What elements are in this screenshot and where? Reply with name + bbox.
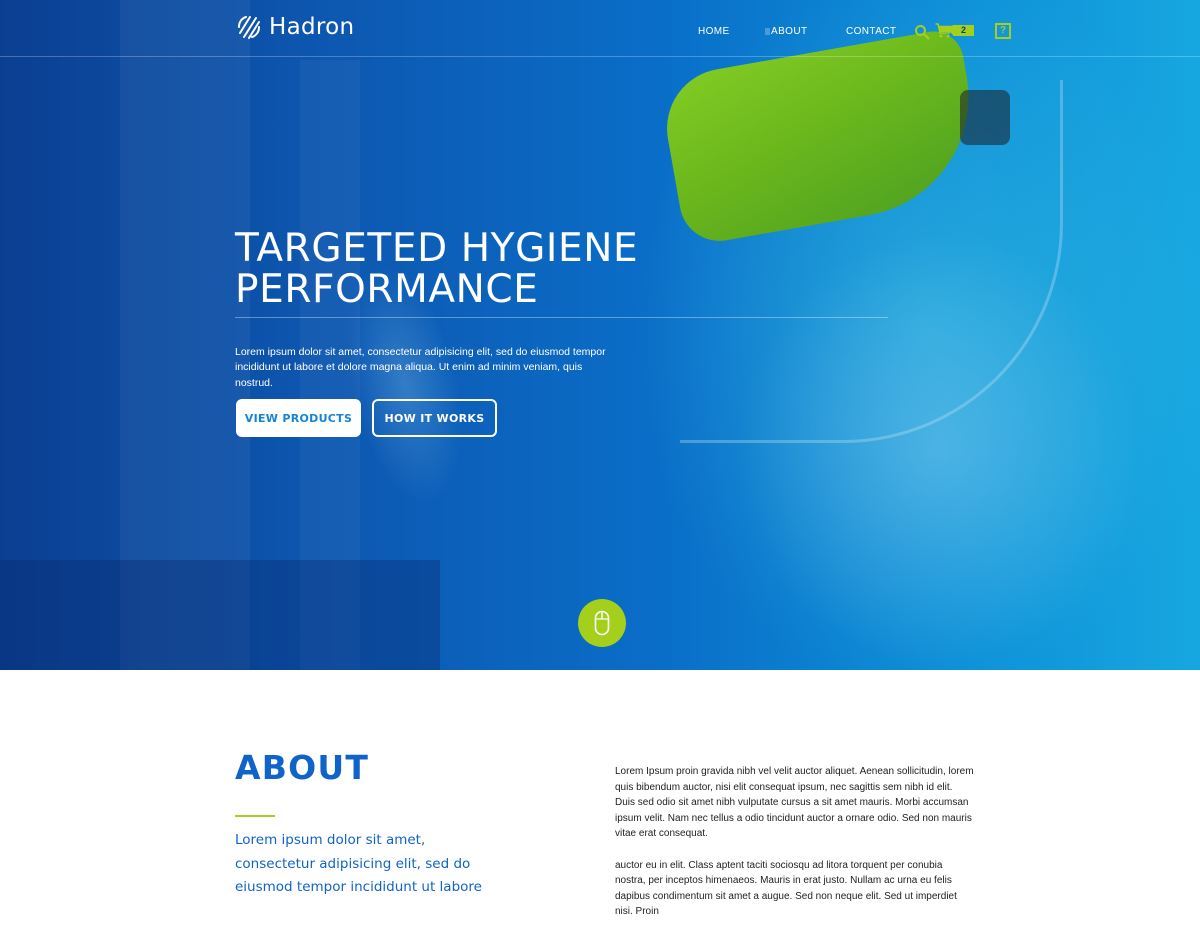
cart-count-badge: 2 — [948, 25, 974, 36]
face-shield-strap — [960, 90, 1010, 145]
diagonal-stripes-circle-icon — [238, 16, 260, 39]
nav-item-contact[interactable]: CONTACT — [846, 26, 896, 37]
site-header: Hadron HOME ABOUT CONTACT 2 ? — [0, 0, 1200, 57]
hero-section: Hadron HOME ABOUT CONTACT 2 ? TARGETED H… — [0, 0, 1200, 670]
logo-text: Hadron — [269, 14, 355, 40]
hero-description: Lorem ipsum dolor sit amet, consectetur … — [235, 345, 606, 389]
hero-title-line: PERFORMANCE — [235, 267, 539, 312]
nav-item-about[interactable]: ABOUT — [765, 26, 807, 37]
help-icon[interactable]: ? — [995, 23, 1011, 39]
view-products-button[interactable]: VIEW PRODUCTS — [236, 399, 361, 437]
nav-item-about-label: ABOUT — [771, 26, 808, 37]
nav-item-home[interactable]: HOME — [698, 26, 730, 37]
hero-title-line: TARGETED HYGIENE — [235, 226, 639, 271]
mouse-icon — [594, 610, 610, 636]
about-section: ABOUT Lorem ipsum dolor sit amet, consec… — [0, 670, 1200, 917]
hover-marker — [765, 27, 770, 35]
hero-title: TARGETED HYGIENE PERFORMANCE — [235, 228, 638, 310]
about-paragraph: Lorem Ipsum proin gravida nibh vel velit… — [615, 766, 974, 839]
scroll-down-button[interactable] — [578, 599, 626, 647]
about-body: Lorem Ipsum proin gravida nibh vel velit… — [615, 764, 975, 936]
about-accent-line — [235, 815, 275, 817]
how-it-works-button[interactable]: HOW IT WORKS — [372, 399, 497, 437]
cart-button[interactable]: 2 — [935, 23, 974, 38]
logo[interactable]: Hadron — [236, 14, 354, 40]
hero-divider — [235, 317, 888, 318]
about-paragraph: auctor eu in elit. Class aptent taciti s… — [615, 859, 957, 918]
search-icon[interactable] — [914, 24, 930, 40]
about-lead-text: Lorem ipsum dolor sit amet, consectetur … — [235, 832, 482, 895]
background-table — [0, 560, 440, 670]
about-title: ABOUT — [235, 748, 370, 787]
